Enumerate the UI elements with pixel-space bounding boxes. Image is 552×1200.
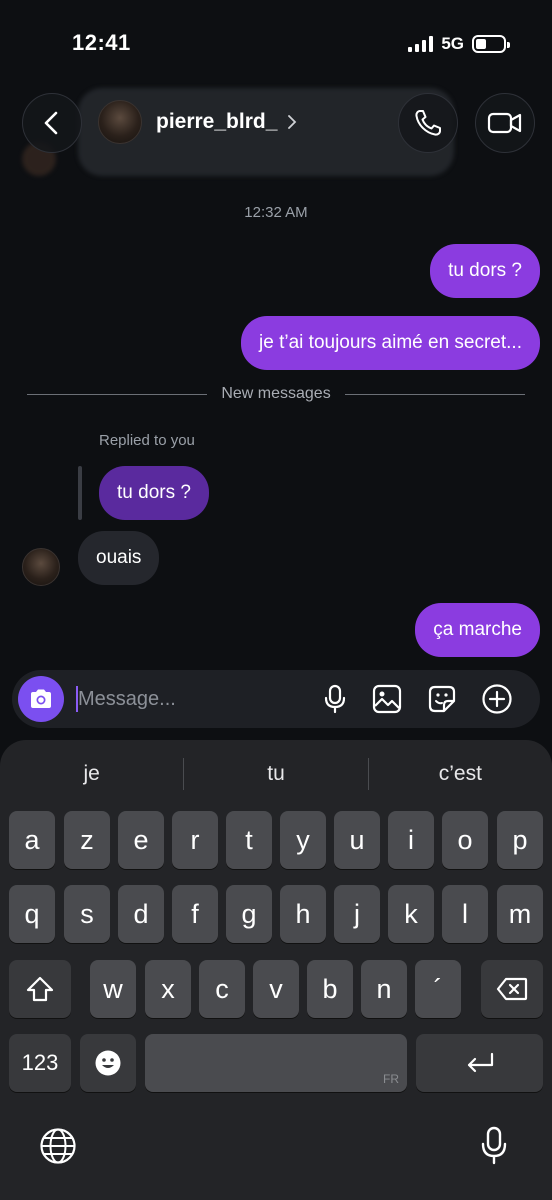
message-composer xyxy=(12,670,540,728)
message-timestamp: 12:32 AM xyxy=(244,204,308,221)
status-bar: 12:41 5G xyxy=(0,0,552,80)
key[interactable]: c xyxy=(199,960,245,1018)
plus-circle-icon xyxy=(482,684,512,714)
status-time: 12:41 xyxy=(72,30,131,55)
return-icon xyxy=(467,1052,493,1073)
new-messages-divider: New messages xyxy=(27,385,525,403)
suggestion-bar: je tu c’est xyxy=(0,754,552,794)
signal-icon xyxy=(408,36,434,52)
sender-avatar[interactable] xyxy=(22,548,60,586)
chevron-right-icon xyxy=(288,115,297,129)
key[interactable]: m xyxy=(497,885,543,943)
shift-key[interactable] xyxy=(9,960,71,1018)
key[interactable]: p xyxy=(497,811,543,869)
suggestion-item[interactable]: tu xyxy=(184,762,367,786)
key[interactable]: q xyxy=(9,885,55,943)
numbers-key[interactable]: 123 xyxy=(9,1034,71,1092)
return-key[interactable] xyxy=(416,1034,543,1092)
key[interactable]: h xyxy=(280,885,326,943)
divider-line xyxy=(344,393,525,395)
outgoing-message[interactable]: tu dors ? xyxy=(430,244,540,298)
key[interactable]: o xyxy=(442,811,488,869)
battery-icon xyxy=(472,35,510,53)
emoji-key[interactable] xyxy=(80,1034,136,1092)
incoming-message[interactable]: ouais xyxy=(78,531,160,585)
username[interactable]: pierre_blrd_ xyxy=(156,110,277,134)
key[interactable]: l xyxy=(442,885,488,943)
outgoing-message[interactable]: je t’ai toujours aimé en secret... xyxy=(241,316,540,370)
gallery-button[interactable] xyxy=(370,682,404,716)
key[interactable]: e xyxy=(118,811,164,869)
key[interactable]: n xyxy=(361,960,407,1018)
dictation-button[interactable] xyxy=(474,1124,514,1168)
video-camera-icon xyxy=(487,112,522,134)
shift-icon xyxy=(26,976,54,1002)
sticker-button[interactable] xyxy=(425,682,459,716)
voice-call-button[interactable] xyxy=(398,93,458,153)
outgoing-message[interactable]: ça marche xyxy=(415,603,540,657)
message-input[interactable] xyxy=(78,679,308,719)
key[interactable]: u xyxy=(334,811,380,869)
language-label: FR xyxy=(383,1072,399,1086)
microphone-icon xyxy=(481,1126,507,1165)
key[interactable]: z xyxy=(64,811,110,869)
conversation-header-user[interactable]: pierre_blrd_ xyxy=(98,100,297,144)
key[interactable]: b xyxy=(307,960,353,1018)
suggestion-item[interactable]: c’est xyxy=(369,762,552,786)
image-icon xyxy=(372,684,402,714)
key[interactable]: f xyxy=(172,885,218,943)
status-indicators: 5G xyxy=(408,34,510,54)
backspace-key[interactable] xyxy=(481,960,543,1018)
keyboard: je tu c’est a z e r t y u i o p q s d f … xyxy=(0,740,552,1200)
phone-icon xyxy=(415,110,441,136)
new-messages-label: New messages xyxy=(221,385,331,402)
globe-icon xyxy=(40,1128,76,1164)
divider-line xyxy=(27,393,208,395)
space-key[interactable]: FR xyxy=(145,1034,407,1092)
more-options-button[interactable] xyxy=(480,682,514,716)
suggestion-item[interactable]: je xyxy=(0,762,183,786)
back-button[interactable] xyxy=(22,93,82,153)
key[interactable]: j xyxy=(334,885,380,943)
microphone-button[interactable] xyxy=(318,682,352,716)
reply-indicator-bar xyxy=(78,466,82,520)
replied-label: Replied to you xyxy=(99,432,195,449)
emoji-icon xyxy=(95,1050,121,1076)
key[interactable]: y xyxy=(280,811,326,869)
key[interactable]: t xyxy=(226,811,272,869)
camera-icon xyxy=(31,689,51,708)
key[interactable]: r xyxy=(172,811,218,869)
video-call-button[interactable] xyxy=(475,93,535,153)
key[interactable]: g xyxy=(226,885,272,943)
key[interactable]: x xyxy=(145,960,191,1018)
key[interactable]: i xyxy=(388,811,434,869)
key[interactable]: k xyxy=(388,885,434,943)
back-chevron-icon xyxy=(44,111,58,135)
network-type: 5G xyxy=(441,34,464,53)
key[interactable]: s xyxy=(64,885,110,943)
globe-button[interactable] xyxy=(38,1126,78,1166)
avatar[interactable] xyxy=(98,100,142,144)
key[interactable]: w xyxy=(90,960,136,1018)
accent-key[interactable]: ´ xyxy=(415,960,461,1018)
reply-quote-bubble[interactable]: tu dors ? xyxy=(99,466,209,520)
camera-button[interactable] xyxy=(18,676,64,722)
key[interactable]: a xyxy=(9,811,55,869)
microphone-icon xyxy=(324,684,346,714)
key[interactable]: d xyxy=(118,885,164,943)
backspace-icon xyxy=(496,977,528,1001)
sticker-icon xyxy=(428,685,456,713)
key[interactable]: v xyxy=(253,960,299,1018)
